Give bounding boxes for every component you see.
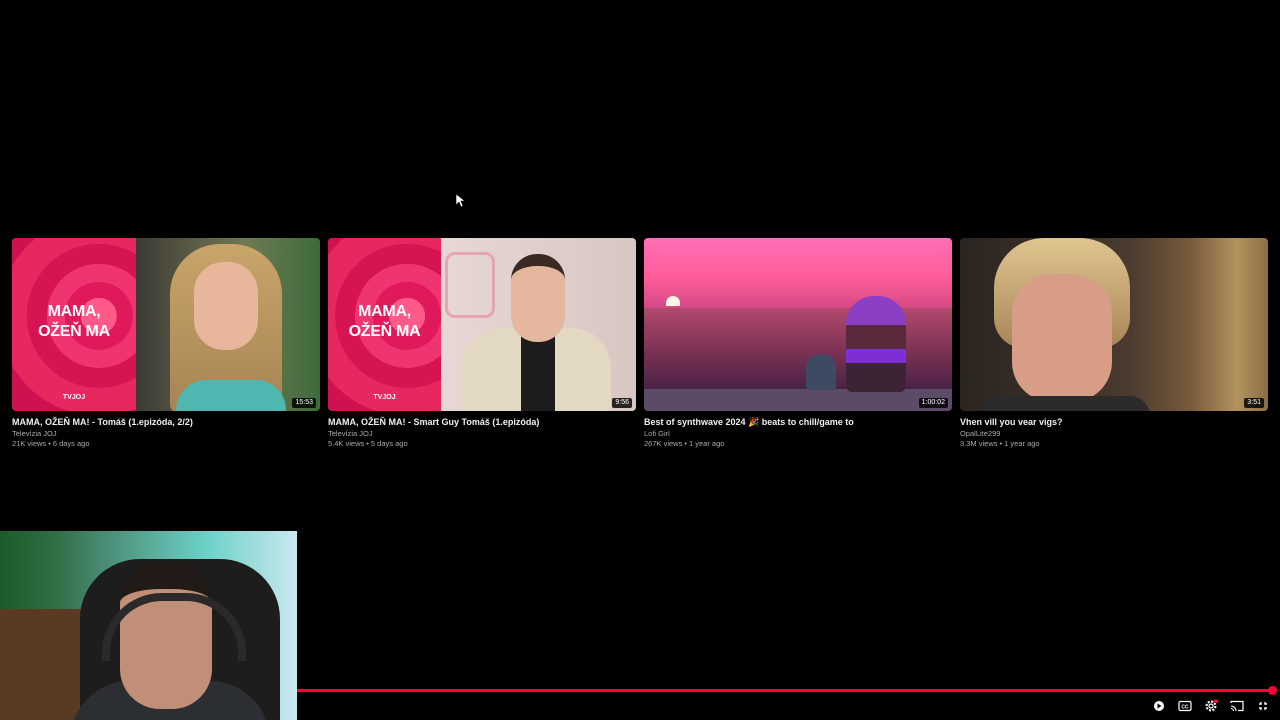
meta-separator: • — [684, 439, 687, 448]
duration-badge: 3:51 — [1244, 398, 1264, 408]
show-logo: MAMA, OŽEŇ MA — [12, 302, 136, 342]
upload-age: 6 days ago — [52, 439, 90, 448]
video-thumbnail[interactable]: 3:51 — [960, 238, 1268, 411]
show-logo-line: OŽEŇ MA — [38, 323, 110, 340]
captions-label: CC — [1181, 704, 1189, 710]
duration-badge: 15:53 — [292, 398, 316, 408]
view-count: 21K views — [12, 439, 47, 448]
video-card[interactable]: MAMA, OŽEŇ MA TVJOJ 9:56 MAMA, OŽEŇ MA! … — [328, 238, 636, 449]
exit-fullscreen-button[interactable] — [1256, 699, 1270, 713]
channel-name[interactable]: Televízia JOJ — [12, 429, 320, 439]
video-title[interactable]: MAMA, OŽEŇ MA! - Tomáš (1.epizóda, 2/2) — [12, 416, 320, 428]
view-count: 3.3M views — [960, 439, 998, 448]
suggested-videos-grid: MAMA, OŽEŇ MA TVJOJ 15:53 MAMA, OŽEŇ MA!… — [12, 238, 1268, 449]
end-screen: MAMA, OŽEŇ MA TVJOJ 15:53 MAMA, OŽEŇ MA!… — [0, 0, 1280, 720]
thumbnail-image — [960, 238, 1268, 411]
cast-icon — [1230, 700, 1244, 712]
exit-fullscreen-icon — [1259, 702, 1267, 710]
video-thumbnail[interactable]: MAMA, OŽEŇ MA TVJOJ 9:56 — [328, 238, 636, 411]
thumbnail-image — [441, 238, 636, 411]
thumbnail-image — [644, 238, 952, 411]
show-logo: MAMA, OŽEŇ MA — [328, 302, 441, 342]
autoplay-toggle[interactable] — [1152, 699, 1166, 713]
video-title[interactable]: Best of synthwave 2024 🎉 beats to chill/… — [644, 416, 952, 428]
view-count: 267K views — [644, 439, 683, 448]
duration-badge: 1:00:02 — [918, 398, 948, 408]
meta-separator: • — [48, 439, 51, 448]
channel-name[interactable]: Televízia JOJ — [328, 429, 636, 439]
show-logo-line: MAMA, — [47, 303, 101, 320]
show-logo-line: OŽEŇ MA — [348, 323, 421, 340]
cast-button[interactable] — [1230, 699, 1244, 713]
upload-age: 1 year ago — [1004, 439, 1040, 448]
progress-bar[interactable] — [297, 686, 1277, 695]
video-title[interactable]: Vhen vill you vear vigs? — [960, 416, 1268, 428]
webcam-overlay — [0, 531, 297, 720]
upload-age: 1 year ago — [689, 439, 725, 448]
video-thumbnail[interactable]: 1:00:02 — [644, 238, 952, 411]
channel-name[interactable]: OpalLite299 — [960, 429, 1268, 439]
thumbnail-image — [136, 238, 320, 411]
view-count: 5.4K views — [328, 439, 365, 448]
player-controls: CC — [1152, 698, 1270, 714]
captions-icon: CC — [1178, 700, 1192, 712]
duration-badge: 9:56 — [612, 398, 632, 408]
video-card[interactable]: 3:51 Vhen vill you vear vigs? OpalLite29… — [960, 238, 1268, 449]
show-logo-line: MAMA, — [358, 303, 411, 320]
progress-fill — [297, 689, 1272, 692]
video-meta: 3.3M views • 1 year ago — [960, 439, 1268, 449]
network-logo: TVJOJ — [62, 394, 86, 401]
settings-icon — [1205, 699, 1218, 712]
settings-button[interactable] — [1204, 699, 1218, 713]
meta-separator: • — [366, 439, 369, 448]
video-meta: 21K views • 6 days ago — [12, 439, 320, 449]
video-thumbnail[interactable]: MAMA, OŽEŇ MA TVJOJ 15:53 — [12, 238, 320, 411]
upload-age: 5 days ago — [370, 439, 408, 448]
video-meta: 5.4K views • 5 days ago — [328, 439, 636, 449]
network-logo: TVJOJ — [373, 394, 396, 401]
scrubber-handle[interactable] — [1268, 686, 1277, 695]
mouse-cursor-icon — [456, 194, 466, 208]
video-meta: 267K views • 1 year ago — [644, 439, 952, 449]
video-card[interactable]: MAMA, OŽEŇ MA TVJOJ 15:53 MAMA, OŽEŇ MA!… — [12, 238, 320, 449]
video-card[interactable]: 1:00:02 Best of synthwave 2024 🎉 beats t… — [644, 238, 952, 449]
video-title[interactable]: MAMA, OŽEŇ MA! - Smart Guy Tomáš (1.epiz… — [328, 416, 636, 428]
autoplay-toggle-icon — [1154, 701, 1164, 711]
channel-name[interactable]: Lofi Girl — [644, 429, 952, 439]
captions-button[interactable]: CC — [1178, 699, 1192, 713]
